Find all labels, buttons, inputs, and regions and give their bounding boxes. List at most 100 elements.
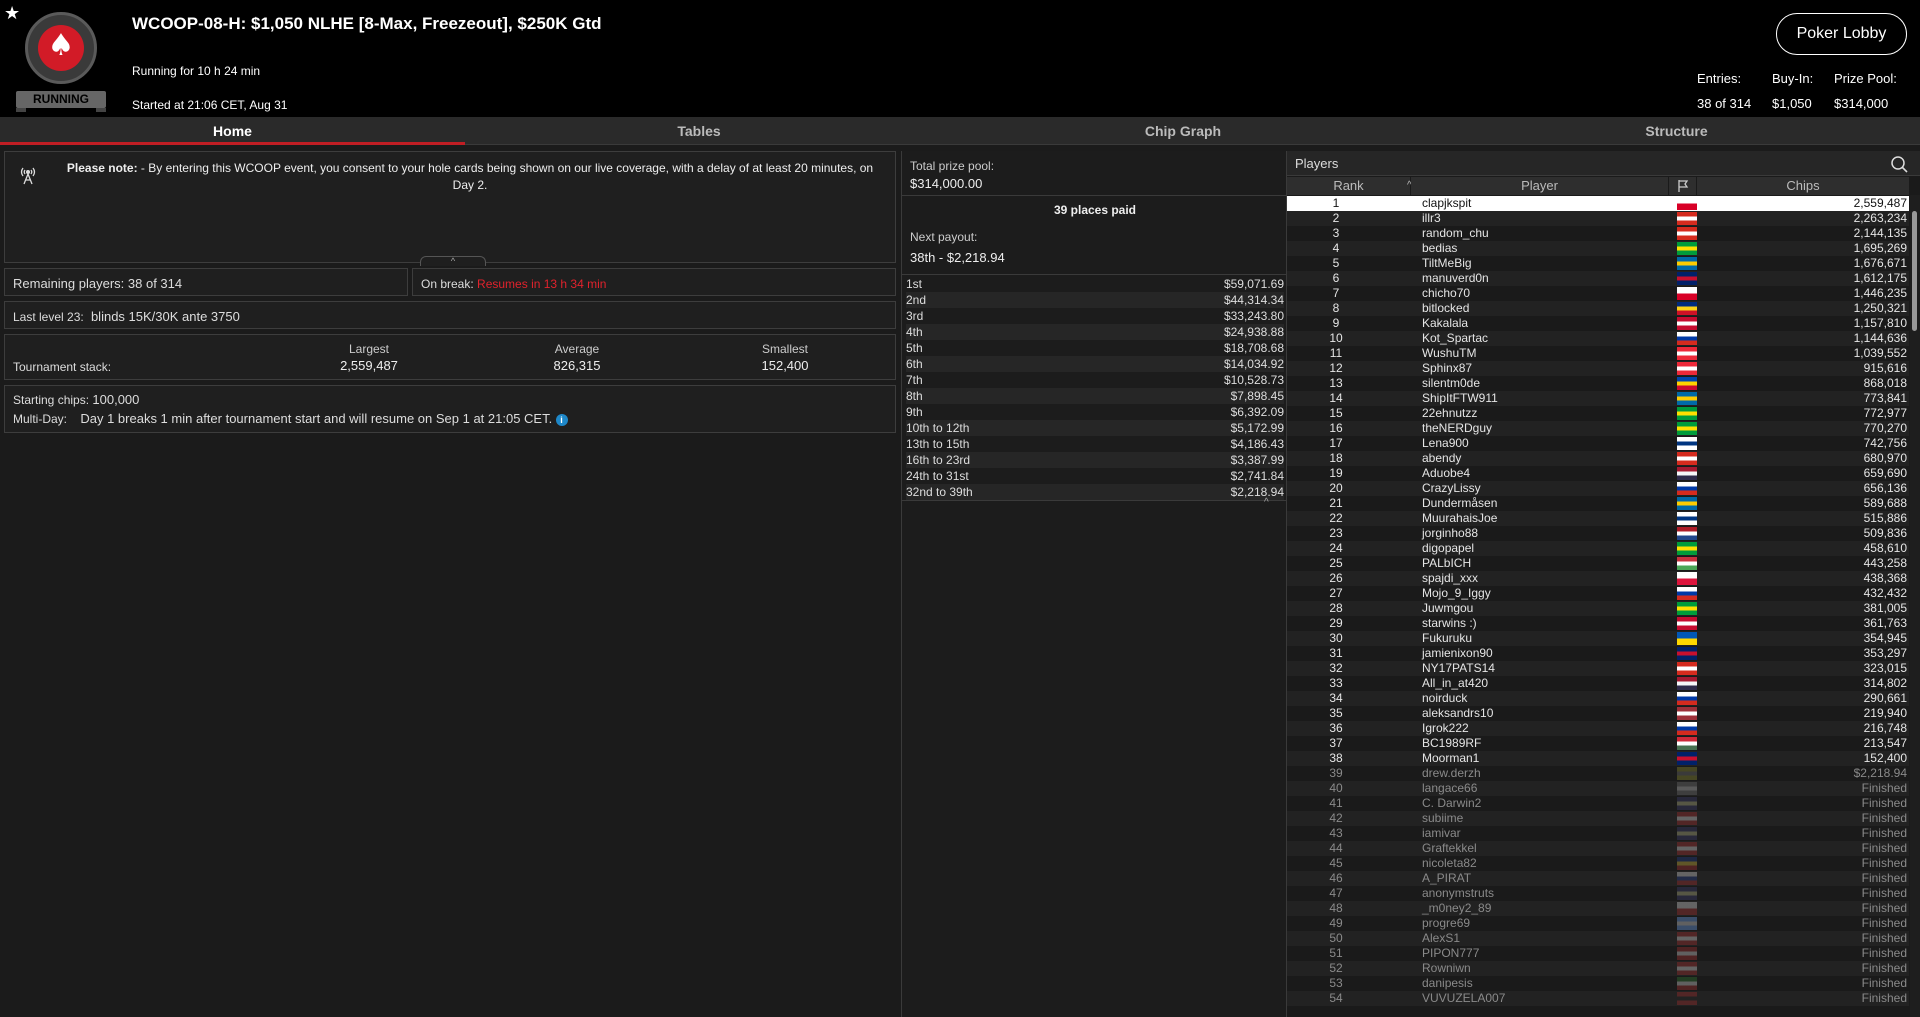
- player-row[interactable]: 25 PALbICH 443,258: [1287, 556, 1909, 571]
- player-row[interactable]: 34 noirduck 290,661: [1287, 691, 1909, 706]
- remaining-players-box: Remaining players: 38 of 314: [4, 268, 408, 296]
- player-row[interactable]: 44 Graftekkel Finished: [1287, 841, 1909, 856]
- player-row[interactable]: 52 Rowniwn Finished: [1287, 961, 1909, 976]
- column-flag[interactable]: [1669, 177, 1697, 195]
- player-row[interactable]: 37 BC1989RF 213,547: [1287, 736, 1909, 751]
- player-name: Rowniwn: [1422, 961, 1471, 975]
- player-chips: 2,144,135: [1853, 226, 1907, 240]
- country-flag-icon: [1677, 887, 1697, 900]
- player-row[interactable]: 18 abendy 680,970: [1287, 451, 1909, 466]
- player-row[interactable]: 41 C. Darwin2 Finished: [1287, 796, 1909, 811]
- player-rank: 50: [1329, 931, 1343, 945]
- player-row[interactable]: 36 Igrok222 216,748: [1287, 721, 1909, 736]
- player-row[interactable]: 12 Sphinx87 915,616: [1287, 361, 1909, 376]
- player-row[interactable]: 35 aleksandrs10 219,940: [1287, 706, 1909, 721]
- player-row[interactable]: 22 MuurahaisJoe 515,886: [1287, 511, 1909, 526]
- player-row[interactable]: 13 silentm0de 868,018: [1287, 376, 1909, 391]
- player-row[interactable]: 40 langace66 Finished: [1287, 781, 1909, 796]
- players-scrollbar[interactable]: [1910, 195, 1920, 1017]
- country-flag-icon: [1677, 227, 1697, 240]
- player-row[interactable]: 54 VUVUZELA007 Finished: [1287, 991, 1909, 1006]
- payout-place: 7th: [906, 373, 923, 387]
- player-row[interactable]: 53 danipesis Finished: [1287, 976, 1909, 991]
- player-row[interactable]: 4 bedias 1,695,269: [1287, 241, 1909, 256]
- column-player[interactable]: Player: [1411, 177, 1669, 195]
- country-flag-icon: [1677, 347, 1697, 360]
- player-row[interactable]: 1 clapjkspit 2,559,487: [1287, 196, 1909, 211]
- largest-value: 2,559,487: [340, 358, 398, 373]
- player-name: Graftekkel: [1422, 841, 1477, 855]
- country-flag-icon: [1677, 692, 1697, 705]
- player-row[interactable]: 50 AlexS1 Finished: [1287, 931, 1909, 946]
- tab-chip-graph[interactable]: Chip Graph: [933, 117, 1433, 145]
- player-name: theNERDguy: [1422, 421, 1493, 435]
- starting-label: Starting chips:: [13, 393, 90, 407]
- player-row[interactable]: 45 nicoleta82 Finished: [1287, 856, 1909, 871]
- player-row[interactable]: 48 _m0ney2_89 Finished: [1287, 901, 1909, 916]
- info-icon[interactable]: i: [555, 414, 568, 426]
- player-row[interactable]: 15 22ehnutzz 772,977: [1287, 406, 1909, 421]
- player-rank: 52: [1329, 961, 1343, 975]
- poker-lobby-button[interactable]: Poker Lobby: [1776, 13, 1907, 55]
- starting-value: 100,000: [92, 392, 140, 407]
- player-row[interactable]: 3 random_chu 2,144,135: [1287, 226, 1909, 241]
- country-flag-icon: [1677, 662, 1697, 675]
- player-row[interactable]: 29 starwins :) 361,763: [1287, 616, 1909, 631]
- player-row[interactable]: 11 WushuTM 1,039,552: [1287, 346, 1909, 361]
- player-row[interactable]: 8 bitlocked 1,250,321: [1287, 301, 1909, 316]
- tab-structure[interactable]: Structure: [1433, 117, 1920, 145]
- player-row[interactable]: 30 Fukuruku 354,945: [1287, 631, 1909, 646]
- tab-tables[interactable]: Tables: [465, 117, 933, 145]
- player-row[interactable]: 31 jamienixon90 353,297: [1287, 646, 1909, 661]
- player-name: digopapel: [1422, 541, 1475, 555]
- player-row[interactable]: 27 Mojo_9_Iggy 432,432: [1287, 586, 1909, 601]
- player-row[interactable]: 32 NY17PATS14 323,015: [1287, 661, 1909, 676]
- player-row[interactable]: 14 ShipItFTW911 773,841: [1287, 391, 1909, 406]
- player-row[interactable]: 47 anonymstruts Finished: [1287, 886, 1909, 901]
- prize-pool-value: $314,000.00: [910, 176, 983, 191]
- player-row[interactable]: 21 Dundermåsen 589,688: [1287, 496, 1909, 511]
- player-row[interactable]: 42 subiime Finished: [1287, 811, 1909, 826]
- player-row[interactable]: 24 digopapel 458,610: [1287, 541, 1909, 556]
- collapse-payouts-button[interactable]: ^: [1264, 497, 1269, 508]
- player-row[interactable]: 7 chicho70 1,446,235: [1287, 286, 1909, 301]
- payout-amount: $7,898.45: [1230, 389, 1284, 403]
- player-row[interactable]: 33 All_in_at420 314,802: [1287, 676, 1909, 691]
- break-countdown: Resumes in 13 h 34 min: [477, 277, 607, 291]
- player-row[interactable]: 17 Lena900 742,756: [1287, 436, 1909, 451]
- collapse-notice-button[interactable]: ^: [420, 256, 486, 266]
- player-row[interactable]: 9 Kakalala 1,157,810: [1287, 316, 1909, 331]
- player-name: All_in_at420: [1422, 676, 1489, 690]
- player-row[interactable]: 10 Kot_Spartac 1,144,636: [1287, 331, 1909, 346]
- star-icon[interactable]: ★: [4, 4, 22, 22]
- country-flag-icon: [1677, 392, 1697, 405]
- player-row[interactable]: 16 theNERDguy 770,270: [1287, 421, 1909, 436]
- column-chips[interactable]: Chips: [1697, 177, 1910, 195]
- player-row[interactable]: 20 CrazyLissy 656,136: [1287, 481, 1909, 496]
- tab-home[interactable]: Home: [0, 117, 465, 145]
- player-row[interactable]: 6 manuverd0n 1,612,175: [1287, 271, 1909, 286]
- player-row[interactable]: 46 A_PIRAT Finished: [1287, 871, 1909, 886]
- player-row[interactable]: 5 TiltMeBig 1,676,671: [1287, 256, 1909, 271]
- country-flag-icon: [1677, 452, 1697, 465]
- player-row[interactable]: 38 Moorman1 152,400: [1287, 751, 1909, 766]
- player-row[interactable]: 49 progre69 Finished: [1287, 916, 1909, 931]
- player-row[interactable]: 43 iamivar Finished: [1287, 826, 1909, 841]
- player-row[interactable]: 28 Juwmgou 381,005: [1287, 601, 1909, 616]
- player-row[interactable]: 39 drew.derzh $2,218.94: [1287, 766, 1909, 781]
- player-name: Sphinx87: [1422, 361, 1473, 375]
- player-chips: Finished: [1861, 811, 1907, 825]
- player-row[interactable]: 51 PIPON777 Finished: [1287, 946, 1909, 961]
- player-row[interactable]: 2 illr3 2,263,234: [1287, 211, 1909, 226]
- player-chips: Finished: [1861, 886, 1907, 900]
- payout-amount: $2,218.94: [1230, 485, 1284, 499]
- country-flag-icon: [1677, 197, 1697, 210]
- player-row[interactable]: 26 spajdi_xxx 438,368: [1287, 571, 1909, 586]
- player-row[interactable]: 23 jorginho88 509,836: [1287, 526, 1909, 541]
- player-rank: 33: [1329, 676, 1343, 690]
- scrollbar-thumb[interactable]: [1912, 211, 1917, 331]
- column-rank[interactable]: Rank ^: [1287, 177, 1412, 195]
- player-row[interactable]: 19 Aduobe4 659,690: [1287, 466, 1909, 481]
- search-icon[interactable]: [1890, 155, 1908, 173]
- player-name: silentm0de: [1422, 376, 1481, 390]
